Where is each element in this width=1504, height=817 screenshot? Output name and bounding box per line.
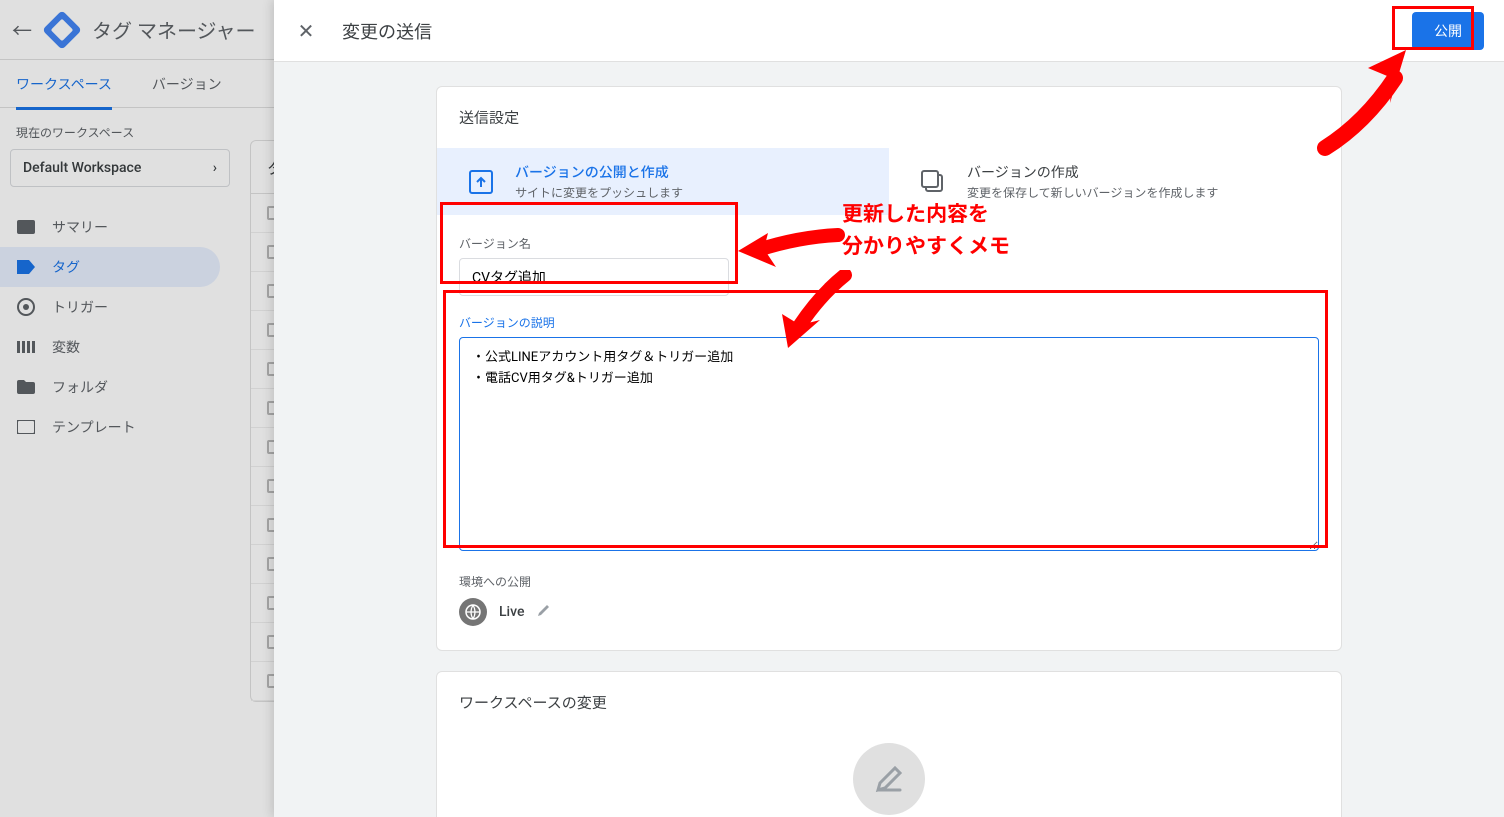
- option-publish-and-create[interactable]: バージョンの公開と作成 サイトに変更をプッシュします: [437, 148, 889, 215]
- tab-versions[interactable]: バージョン: [152, 74, 222, 94]
- environment-row: Live: [459, 598, 1319, 626]
- back-arrow-icon[interactable]: ←: [12, 15, 32, 44]
- publish-options: バージョンの公開と作成 サイトに変更をプッシュします バージョンの作成 変更を保…: [437, 148, 1341, 215]
- sidebar-item-label: 変数: [52, 337, 80, 357]
- sidebar-item-label: サマリー: [52, 217, 108, 237]
- panel-title: 変更の送信: [342, 18, 432, 44]
- panel-header: ✕ 変更の送信 公開: [274, 0, 1504, 62]
- environment-name: Live: [499, 604, 524, 620]
- workspace-changes-card: ワークスペースの変更: [436, 671, 1342, 817]
- globe-icon: [459, 598, 487, 626]
- option-title: バージョンの作成: [967, 162, 1218, 182]
- close-icon[interactable]: ✕: [294, 19, 318, 43]
- workspace-name: Default Workspace: [23, 160, 141, 176]
- option-subtitle: 変更を保存して新しいバージョンを作成します: [967, 184, 1218, 201]
- submit-changes-panel: ✕ 変更の送信 公開 送信設定 バージョンの公開と作成 サイトに変更をプッシュし…: [274, 0, 1504, 817]
- chevron-right-icon: ›: [213, 160, 217, 176]
- app-title: タグ マネージャー: [92, 15, 256, 44]
- template-icon: [16, 417, 36, 437]
- edit-placeholder-icon: [853, 743, 925, 815]
- dashboard-icon: [16, 217, 36, 237]
- sidebar-item-label: フォルダ: [52, 377, 108, 397]
- publish-button[interactable]: 公開: [1412, 12, 1484, 50]
- edit-environment-icon[interactable]: [536, 602, 552, 622]
- gtm-logo-icon: [42, 10, 82, 50]
- target-icon: [16, 297, 36, 317]
- sidebar-item-templates[interactable]: テンプレート: [0, 407, 220, 447]
- sidebar-item-summary[interactable]: サマリー: [0, 207, 220, 247]
- sidebar-item-tags[interactable]: タグ: [0, 247, 220, 287]
- sidebar-item-variables[interactable]: 変数: [0, 327, 220, 367]
- version-description-input[interactable]: [459, 337, 1319, 551]
- variable-icon: [16, 337, 36, 357]
- sidebar-item-label: タグ: [52, 257, 80, 277]
- tab-workspace[interactable]: ワークスペース: [16, 58, 112, 110]
- card-title: ワークスペースの変更: [459, 692, 1319, 713]
- card-title: 送信設定: [459, 107, 1319, 128]
- publish-icon: [465, 166, 497, 198]
- publish-env-label: 環境への公開: [459, 573, 1319, 590]
- tag-icon: [16, 257, 36, 277]
- sidebar-item-triggers[interactable]: トリガー: [0, 287, 220, 327]
- submission-config-card: 送信設定 バージョンの公開と作成 サイトに変更をプッシュします: [436, 86, 1342, 651]
- sidebar-item-label: トリガー: [52, 297, 108, 317]
- sidebar-item-folders[interactable]: フォルダ: [0, 367, 220, 407]
- workspace-selector[interactable]: Default Workspace ›: [10, 149, 230, 187]
- version-icon: [917, 166, 949, 198]
- folder-icon: [16, 377, 36, 397]
- panel-body: 送信設定 バージョンの公開と作成 サイトに変更をプッシュします: [274, 62, 1504, 817]
- sidebar: 現在のワークスペース Default Workspace › サマリー タグ ト…: [0, 108, 240, 463]
- option-create-version[interactable]: バージョンの作成 変更を保存して新しいバージョンを作成します: [889, 148, 1341, 215]
- version-name-input[interactable]: [459, 258, 729, 296]
- workspace-label: 現在のワークスペース: [0, 124, 240, 149]
- sidebar-item-label: テンプレート: [52, 417, 136, 437]
- option-subtitle: サイトに変更をプッシュします: [515, 184, 683, 201]
- option-title: バージョンの公開と作成: [515, 162, 683, 182]
- version-description-label: バージョンの説明: [459, 314, 1319, 331]
- version-name-label: バージョン名: [459, 235, 1319, 252]
